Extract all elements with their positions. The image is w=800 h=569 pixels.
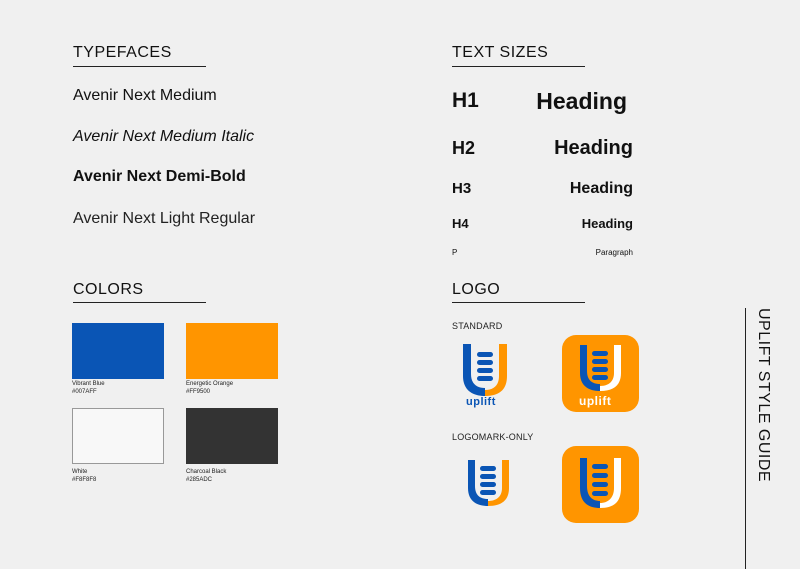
swatch-name-charcoal: Charcoal Black <box>186 469 227 475</box>
swatch-white <box>72 408 164 464</box>
logomark-app <box>562 446 639 523</box>
h2-sample: Heading <box>554 137 633 159</box>
logo-rule <box>452 302 585 303</box>
side-title: UPLIFT STYLE GUIDE <box>755 308 772 483</box>
colors-title: COLORS <box>73 281 144 298</box>
typeface-demi-bold: Avenir Next Demi-Bold <box>73 168 246 185</box>
h4-sample: Heading <box>581 216 633 231</box>
swatch-energetic-orange <box>186 323 278 379</box>
typeface-medium-italic: Avenir Next Medium Italic <box>73 128 255 145</box>
text-sizes-title: TEXT SIZES <box>452 44 549 61</box>
logomark-plain <box>462 456 520 514</box>
swatch-vibrant-blue <box>72 323 164 379</box>
swatch-hex-white: #F8F8F8 <box>72 477 97 483</box>
p-sample: Paragraph <box>595 248 633 257</box>
swatch-charcoal-black <box>186 408 278 464</box>
swatch-hex-blue: #007AFF <box>72 389 97 395</box>
typefaces-title: TYPEFACES <box>73 44 172 61</box>
typeface-medium: Avenir Next Medium <box>73 87 217 104</box>
h1-sample: Heading <box>536 88 627 114</box>
swatch-name-white: White <box>72 469 88 475</box>
swatch-name-blue: Vibrant Blue <box>72 381 105 387</box>
colors-rule <box>73 302 206 303</box>
text-sizes-rule <box>452 66 585 67</box>
swatch-hex-charcoal: #285ADC <box>186 477 213 483</box>
wordmark-standard: uplift <box>466 396 496 408</box>
typeface-light-regular: Avenir Next Light Regular <box>73 210 256 227</box>
logo-standard-plain: uplift <box>455 338 521 410</box>
logo-title: LOGO <box>452 281 501 298</box>
uplift-logomark-icon <box>468 460 509 506</box>
h3-sample: Heading <box>569 180 633 197</box>
standard-label: STANDARD <box>452 321 503 331</box>
logomark-only-label: LOGOMARK-ONLY <box>452 432 534 442</box>
uplift-logomark-app-icon <box>580 458 621 508</box>
wordmark-app: uplift <box>579 394 612 408</box>
typefaces-rule <box>73 66 206 67</box>
swatch-name-orange: Energetic Orange <box>186 381 234 387</box>
swatch-hex-orange: #FF9500 <box>186 389 211 395</box>
logo-standard-app: uplift <box>562 335 639 412</box>
side-rule <box>745 308 746 569</box>
